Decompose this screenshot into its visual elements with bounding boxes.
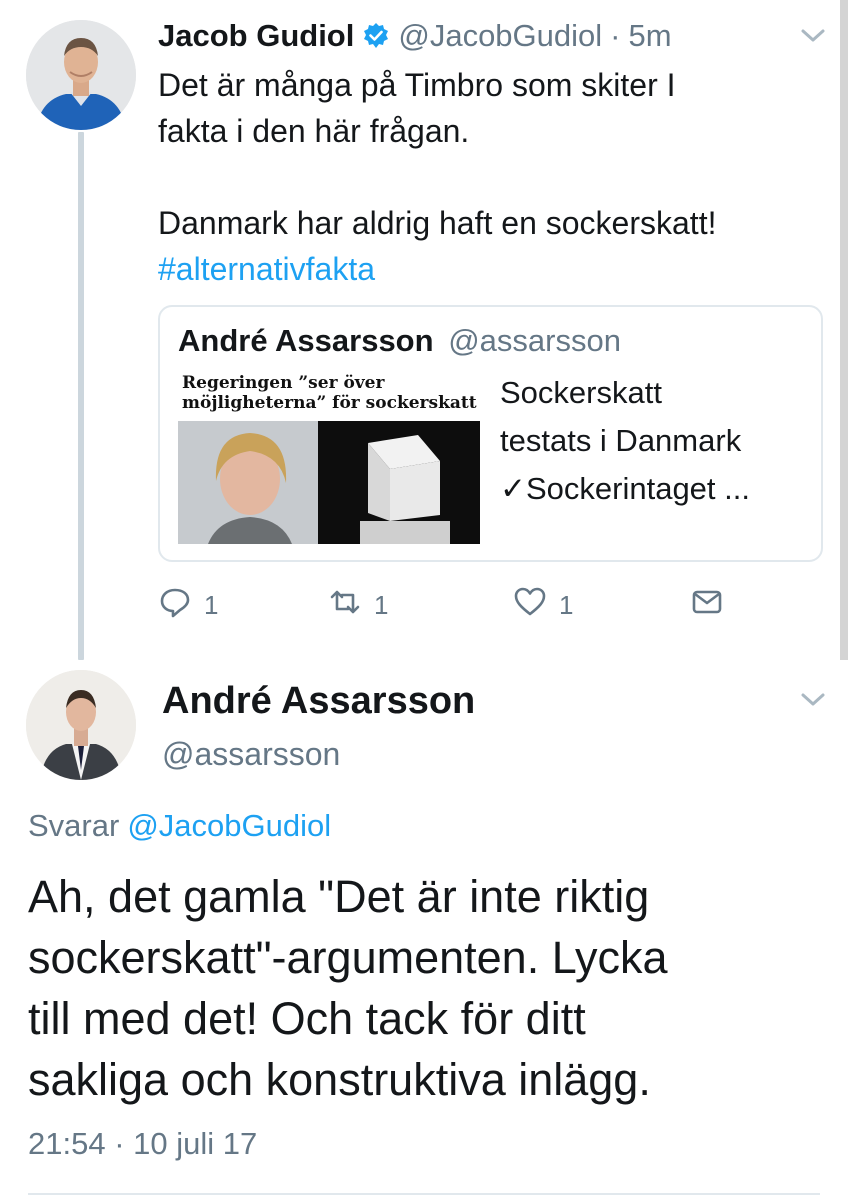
- retweet-count: 1: [374, 589, 389, 620]
- thumbnail-headline: Regeringen ”ser över möjligheterna” för …: [182, 373, 477, 413]
- direct-message-button[interactable]: [690, 585, 724, 625]
- quoted-text-line: Sockerskatt: [500, 375, 662, 410]
- tweet2-text-line: sakliga och konstruktiva inlägg.: [28, 1054, 651, 1105]
- like-icon: [513, 585, 547, 626]
- quoted-text-line: ✓Sockerintaget ...: [500, 471, 750, 506]
- reply-button[interactable]: 1: [158, 585, 218, 625]
- thumbnail-photo: [178, 421, 480, 544]
- tweet1-action-bar: 1 1 1: [158, 585, 738, 625]
- replying-to-mention[interactable]: @JacobGudiol: [127, 808, 331, 843]
- hashtag-link[interactable]: #alternativfakta: [158, 246, 818, 292]
- avatar-andre-assarsson[interactable]: [26, 670, 136, 780]
- quoted-author-handle: @assarsson: [448, 323, 621, 358]
- retweet-icon: [328, 585, 362, 626]
- quoted-author-name: André Assarsson: [178, 323, 434, 358]
- like-count: 1: [559, 589, 574, 620]
- tweet2-text-line: Ah, det gamla "Det är inte riktig: [28, 871, 650, 922]
- tweet2-author-name[interactable]: André Assarsson: [162, 680, 475, 723]
- avatar-jacob-gudiol[interactable]: [26, 20, 136, 130]
- tweet2-timestamp[interactable]: 21:54 · 10 juli 17: [28, 1126, 257, 1162]
- tweet1-author-handle[interactable]: @JacobGudiol: [398, 18, 602, 54]
- thread-connector-line: [78, 132, 84, 660]
- divider: [28, 1193, 820, 1195]
- tweet1-text: Det är många på Timbro som skiter I fakt…: [158, 62, 818, 292]
- verified-badge-icon: [362, 22, 390, 50]
- caret-down-icon[interactable]: [800, 692, 826, 708]
- tweet2-text: Ah, det gamla "Det är inte riktig socker…: [28, 866, 828, 1110]
- tweet2-text-line: till med det! Och tack för ditt: [28, 993, 586, 1044]
- tweet1-time[interactable]: 5m: [629, 18, 672, 54]
- reply-count: 1: [204, 589, 219, 620]
- quoted-tweet-header: André Assarsson @assarsson: [178, 323, 621, 359]
- tweet1-text-line: Danmark har aldrig haft en sockerskatt!: [158, 205, 717, 241]
- scrollbar[interactable]: [840, 0, 848, 660]
- quoted-tweet-image[interactable]: Regeringen ”ser över möjligheterna” för …: [178, 369, 480, 544]
- tweet1-text-line: fakta i den här frågan.: [158, 113, 470, 149]
- quoted-tweet-text: Sockerskatt testats i Danmark ✓Sockerint…: [500, 369, 810, 513]
- tweet2-author-handle[interactable]: @assarsson: [162, 736, 340, 773]
- retweet-button[interactable]: 1: [328, 585, 388, 625]
- direct-message-icon: [690, 585, 724, 626]
- replying-to-line: Svarar @JacobGudiol: [28, 808, 331, 844]
- reply-icon: [158, 585, 192, 626]
- like-button[interactable]: 1: [513, 585, 573, 625]
- tweet1-header: Jacob Gudiol @JacobGudiol · 5m: [158, 16, 672, 56]
- tweet1-text-line: Det är många på Timbro som skiter I: [158, 67, 676, 103]
- tweet1-separator: ·: [610, 18, 621, 53]
- tweet1-text-line: [158, 154, 818, 200]
- replying-label: Svarar: [28, 808, 120, 843]
- quoted-text-line: testats i Danmark: [500, 423, 742, 458]
- quoted-tweet-card[interactable]: André Assarsson @assarsson Regeringen ”s…: [158, 305, 823, 562]
- tweet1-author-name[interactable]: Jacob Gudiol: [158, 18, 354, 54]
- tweet2-text-line: sockerskatt"-argumenten. Lycka: [28, 932, 668, 983]
- caret-down-icon[interactable]: [800, 28, 826, 44]
